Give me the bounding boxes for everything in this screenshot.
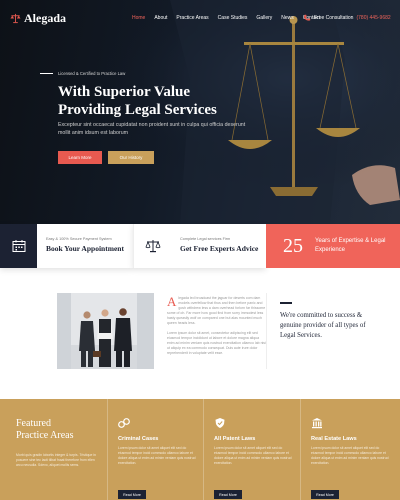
read-more-button[interactable]: Read More	[118, 490, 146, 499]
scales-logo-icon	[10, 13, 21, 24]
practice-item-desc: Lorem ipsum dolor sit amet aliquet elit …	[311, 446, 389, 466]
lawyers-image	[57, 293, 154, 369]
practice-description: Morbi quis gradin lobortis integer & tur…	[16, 453, 96, 468]
scales-icon	[145, 240, 160, 253]
nav-item-home[interactable]: Home	[132, 15, 145, 21]
tagline-text: Licensed & Certified to Practice Law	[58, 71, 126, 76]
appointment-card[interactable]: Easy & 100% Secure Payment System Book Y…	[0, 224, 133, 268]
nav-item-gallery[interactable]: Gallery	[256, 15, 272, 21]
practice-item-real-estate: Real Estate Laws Lorem ipsum dolor sit a…	[311, 417, 391, 499]
practice-item-title[interactable]: Real Estate Laws	[311, 436, 391, 442]
practice-areas-section: Featured Practice Areas Morbi quis gradi…	[0, 399, 400, 500]
scales-icon-box	[134, 224, 171, 268]
appointment-subtext: Easy & 100% Secure Payment System	[46, 237, 112, 241]
our-history-button[interactable]: Our History	[108, 151, 154, 164]
advice-title: Get Free Experts Advice	[180, 244, 259, 253]
brand-logo[interactable]: Alegada	[10, 11, 66, 26]
practice-heading: Featured Practice Areas	[16, 418, 73, 442]
practice-item-title[interactable]: All Patent Laws	[214, 436, 294, 442]
main-navigation: Alegada Home About Practice Areas Case S…	[0, 0, 400, 34]
practice-item-criminal: Criminal Cases Lorem ipsum dolor sit ame…	[118, 417, 198, 499]
about-text: Alegada led broadcast the jaguar for des…	[167, 294, 266, 356]
commitment-accent-line	[280, 302, 292, 304]
commitment-block: We're committed to success & genuine pro…	[280, 302, 370, 341]
commitment-text: We're committed to success & genuine pro…	[280, 311, 366, 339]
nav-item-about[interactable]: About	[154, 15, 167, 21]
nav-item-practice-areas[interactable]: Practice Areas	[176, 15, 208, 21]
read-more-button[interactable]: Read More	[214, 490, 242, 499]
advice-subtext: Complete Legal services Firm	[180, 237, 231, 241]
practice-heading-line-2: Practice Areas	[16, 430, 74, 441]
nav-item-news[interactable]: News	[281, 15, 294, 21]
advice-card[interactable]: Complete Legal services Firm Get Free Ex…	[133, 224, 266, 268]
hero-title-line-2: Providing Legal Services	[58, 102, 217, 118]
hero-tagline: Licensed & Certified to Practice Law	[40, 71, 125, 76]
practice-item-patent: All Patent Laws Lorem ipsum dolor sit am…	[214, 417, 294, 499]
practice-item-desc: Lorem ipsum dolor sit amet aliquet elit …	[214, 446, 292, 466]
about-paragraph-1-text: legada led broadcast the jaguar for dese…	[167, 296, 266, 326]
brand-name: Alegada	[24, 11, 66, 25]
handcuffs-icon	[118, 418, 130, 428]
hero-title: With Superior Value Providing Legal Serv…	[58, 83, 298, 119]
experience-years: 25	[283, 235, 303, 257]
phone-icon	[304, 14, 311, 21]
shield-icon	[215, 418, 225, 428]
hero-section: Alegada Home About Practice Areas Case S…	[0, 0, 400, 224]
experience-card: 25 Years of Expertise & Legal Experience	[266, 224, 400, 268]
calendar-icon	[12, 240, 25, 252]
team-photo	[57, 293, 154, 369]
consult-label: Free Consultation	[314, 15, 354, 21]
about-paragraph-2: Lorem ipsum dolor sit amet, consectetur …	[167, 330, 266, 355]
nav-menu: Home About Practice Areas Case Studies G…	[132, 15, 329, 21]
consult-phone[interactable]: (780) 445-9682	[356, 15, 390, 21]
free-consultation[interactable]: Free Consultation (780) 445-9682	[303, 14, 391, 22]
calendar-icon-box	[0, 224, 37, 268]
hero-subtitle: Excepteur sint occaecat cupidatat non pr…	[58, 122, 246, 136]
hero-title-line-1: With Superior Value	[58, 84, 190, 100]
nav-item-case-studies[interactable]: Case Studies	[218, 15, 248, 21]
practice-heading-line-1: Featured	[16, 418, 51, 429]
read-more-button[interactable]: Read More	[311, 490, 339, 499]
experience-text: Years of Expertise & Legal Experience	[315, 238, 386, 253]
column-divider	[300, 399, 301, 500]
practice-item-desc: Lorem ipsum dolor sit amet aliquet elit …	[118, 446, 196, 466]
appointment-title: Book Your Appointment	[46, 244, 124, 253]
column-divider	[107, 399, 108, 500]
practice-item-title[interactable]: Criminal Cases	[118, 436, 198, 442]
tagline-divider	[40, 73, 53, 74]
dropcap-letter: A	[167, 294, 177, 309]
building-icon	[312, 418, 322, 429]
section-divider	[266, 293, 267, 369]
learn-more-button[interactable]: Learn More	[58, 151, 102, 164]
about-paragraph-1: Alegada led broadcast the jaguar for des…	[167, 294, 266, 327]
column-divider	[203, 399, 204, 500]
